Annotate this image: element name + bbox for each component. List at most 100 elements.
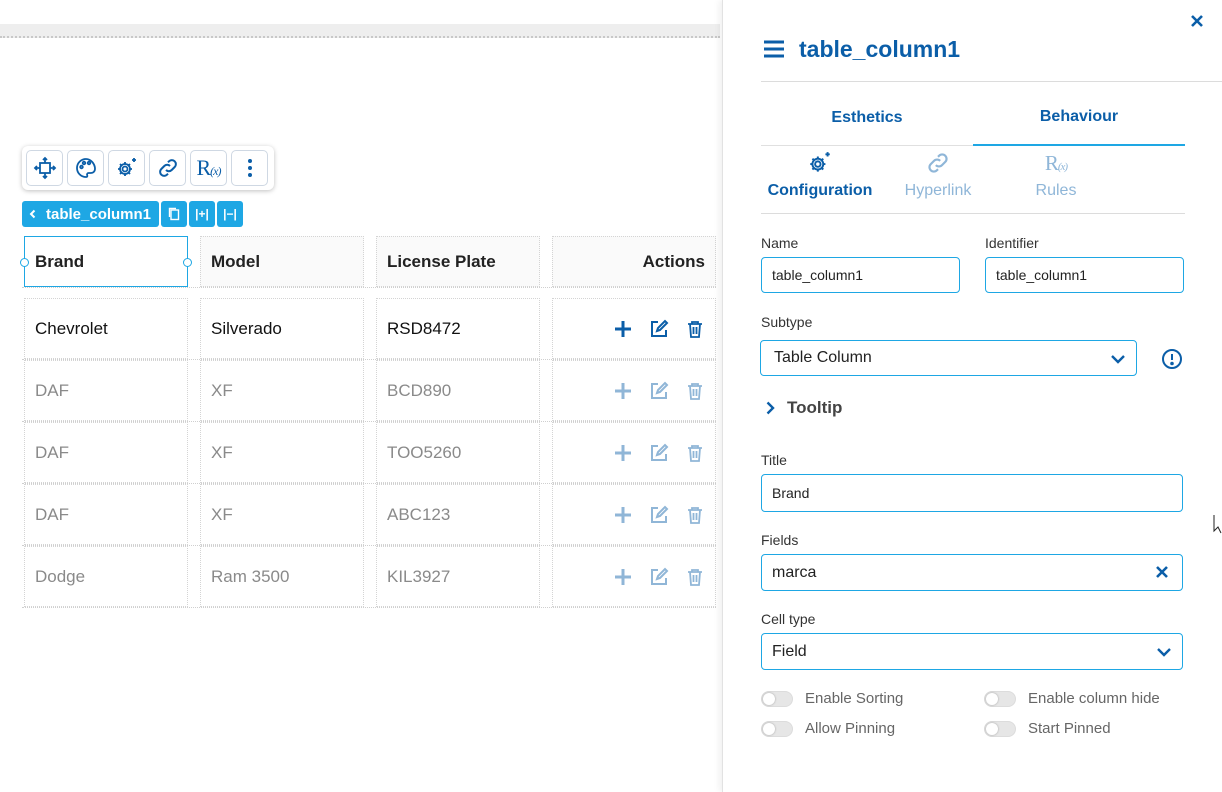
table-cell[interactable]: BCD890 [376, 360, 540, 421]
table-cell[interactable]: KIL3927 [376, 546, 540, 607]
edit-icon[interactable] [649, 443, 669, 463]
cell-type-select[interactable]: Field [761, 633, 1183, 670]
row-actions [552, 360, 716, 421]
header-cell-license-plate[interactable]: License Plate [376, 236, 540, 287]
subtab-hyperlink[interactable]: Hyperlink [879, 150, 997, 213]
toggle-switch[interactable] [761, 690, 793, 707]
gear-sparkle-icon [117, 158, 136, 176]
link-icon [928, 153, 948, 173]
subtype-select[interactable]: Table Column [760, 340, 1137, 376]
trash-icon[interactable] [685, 567, 705, 587]
add-icon[interactable] [613, 443, 633, 463]
breadcrumb-parent-button[interactable]: table_column1 [22, 201, 160, 227]
table-cell[interactable]: ABC123 [376, 484, 540, 545]
hyperlink-button[interactable] [149, 150, 186, 186]
add-icon[interactable] [613, 505, 633, 525]
allow-pinning-toggle[interactable]: Allow Pinning [761, 720, 895, 737]
tab-behaviour[interactable]: Behaviour [973, 90, 1185, 146]
enable-column-hide-toggle[interactable]: Enable column hide [984, 690, 1160, 707]
table-cell[interactable]: DAF [24, 422, 188, 483]
table-row: Dodge Ram 3500 KIL3927 [22, 546, 716, 608]
copy-button[interactable] [161, 201, 188, 227]
table-cell[interactable]: RSD8472 [376, 298, 540, 359]
toggle-switch[interactable] [984, 720, 1016, 737]
table-cell[interactable]: DAF [24, 484, 188, 545]
edit-icon[interactable] [649, 505, 669, 525]
hamburger-menu-icon[interactable] [763, 38, 785, 60]
name-field[interactable]: table_column1 [761, 257, 960, 293]
close-icon [1191, 15, 1203, 27]
move-button[interactable] [26, 150, 63, 186]
remove-column-button[interactable]: |−| [217, 201, 244, 227]
trash-icon[interactable] [685, 319, 705, 339]
table-cell[interactable]: XF [200, 422, 364, 483]
panel-title: table_column1 [799, 36, 961, 62]
table-cell[interactable]: Silverado [200, 298, 364, 359]
move-icon [33, 156, 56, 180]
table-cell[interactable]: TOO5260 [376, 422, 540, 483]
tab-esthetics[interactable]: Esthetics [761, 90, 973, 146]
identifier-label: Identifier [985, 235, 1039, 251]
title-field[interactable]: Brand [761, 474, 1183, 512]
link-icon [158, 159, 177, 177]
resize-handle-left[interactable] [20, 258, 29, 267]
remove-column-icon: |−| [223, 207, 237, 221]
add-icon[interactable] [613, 567, 633, 587]
palette-icon [75, 158, 96, 178]
table-cell[interactable]: Dodge [24, 546, 188, 607]
subtab-configuration[interactable]: Configuration [761, 150, 879, 213]
header-cell-actions[interactable]: Actions [552, 236, 716, 287]
insert-column-icon: |+| [195, 207, 209, 221]
fields-input[interactable]: marca [761, 554, 1183, 591]
properties-panel: table_column1 Esthetics Behaviour Config… [722, 0, 1222, 792]
table-row: DAF XF BCD890 [22, 360, 716, 422]
header-cell-brand[interactable]: Brand [20, 236, 192, 287]
trash-icon[interactable] [685, 443, 705, 463]
clear-icon[interactable] [1154, 564, 1170, 580]
trash-icon[interactable] [685, 505, 705, 525]
title-label: Title [761, 452, 787, 468]
component-toolbar: R(x) [22, 146, 274, 190]
table-row: DAF XF TOO5260 [22, 422, 716, 484]
enable-sorting-toggle[interactable]: Enable Sorting [761, 690, 903, 707]
start-pinned-toggle[interactable]: Start Pinned [984, 720, 1111, 737]
toggle-switch[interactable] [761, 720, 793, 737]
trash-icon[interactable] [685, 381, 705, 401]
add-column-button[interactable]: |+| [189, 201, 216, 227]
table-header-row: Brand Model License Plate Actions [20, 236, 716, 288]
mouse-cursor-icon [1213, 515, 1222, 534]
chevron-left-icon [29, 209, 36, 219]
table-cell[interactable]: DAF [24, 360, 188, 421]
data-table: Brand Model License Plate Actions Chevro… [20, 236, 716, 608]
table-row: DAF XF ABC123 [22, 484, 716, 546]
name-label: Name [761, 235, 799, 251]
table-cell[interactable]: XF [200, 360, 364, 421]
gear-sparkle-icon [810, 152, 830, 172]
add-icon[interactable] [613, 381, 633, 401]
edit-icon[interactable] [649, 381, 669, 401]
table-cell[interactable]: Ram 3500 [200, 546, 364, 607]
toggle-switch[interactable] [984, 690, 1016, 707]
add-icon[interactable] [613, 319, 633, 339]
edit-icon[interactable] [649, 567, 669, 587]
header-cell-model[interactable]: Model [200, 236, 364, 287]
table-cell[interactable]: Chevrolet [24, 298, 188, 359]
configuration-button[interactable] [108, 150, 145, 186]
more-options-button[interactable] [231, 150, 268, 186]
info-icon[interactable] [1161, 348, 1183, 370]
identifier-field[interactable]: table_column1 [985, 257, 1184, 293]
rules-icon: R(x) [196, 155, 221, 180]
row-actions [552, 422, 716, 483]
close-button[interactable] [1186, 10, 1208, 32]
tooltip-expander[interactable]: Tooltip [763, 398, 842, 418]
esthetics-button[interactable] [67, 150, 104, 186]
edit-icon[interactable] [649, 319, 669, 339]
resize-handle-right[interactable] [183, 258, 192, 267]
table-cell[interactable]: XF [200, 484, 364, 545]
behaviour-subtabs: Configuration Hyperlink R(x) Rules [761, 150, 1185, 214]
chevron-right-icon [766, 401, 775, 415]
breadcrumb-label: table_column1 [46, 205, 152, 223]
subtab-rules[interactable]: R(x) Rules [997, 150, 1115, 213]
rules-button[interactable]: R(x) [190, 150, 227, 186]
rules-icon: R(x) [1044, 151, 1068, 175]
